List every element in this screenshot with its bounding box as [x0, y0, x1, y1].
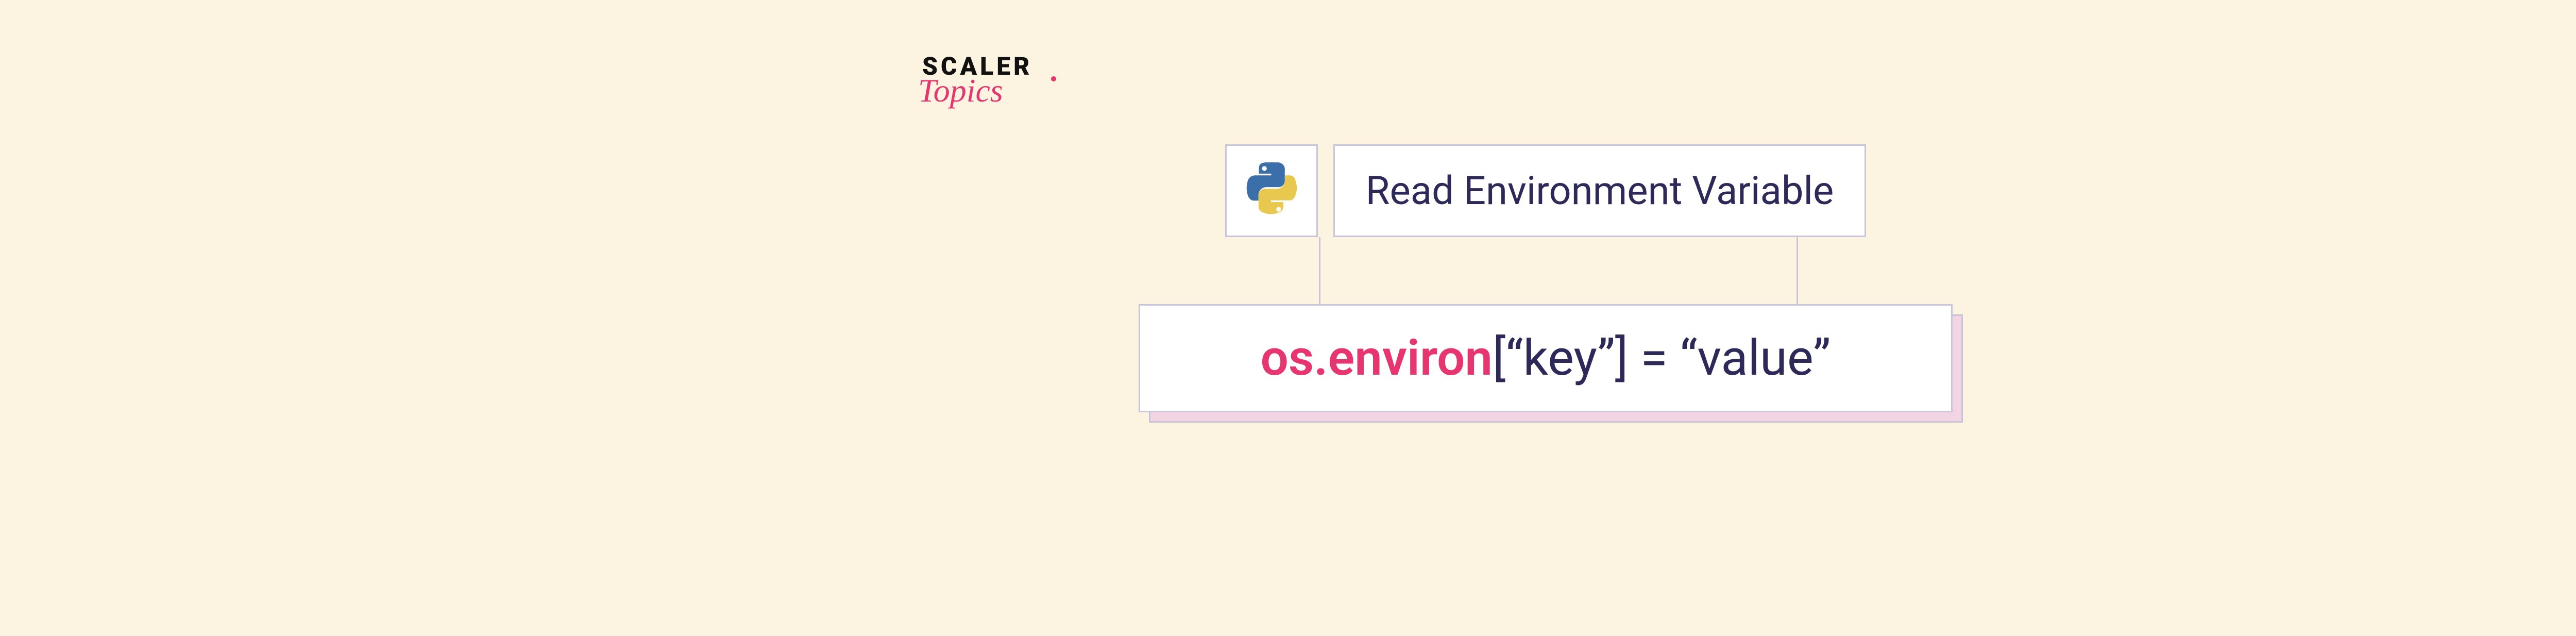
- title-box: Read Environment Variable: [1333, 144, 1867, 237]
- code-highlighted: os.environ: [1261, 329, 1493, 387]
- code-rest: [“key”] = “value”: [1493, 329, 1831, 387]
- title-text: Read Environment Variable: [1366, 168, 1834, 214]
- connector-left: [1319, 237, 1320, 304]
- diagram-canvas: SCALER Topics Read Environment Variable: [721, 0, 2370, 636]
- code-container: os.environ[“key”] = “value”: [1139, 304, 1953, 412]
- code-box: os.environ[“key”] = “value”: [1139, 304, 1953, 412]
- connectors: [1113, 237, 1978, 304]
- python-icon-box: [1225, 144, 1318, 237]
- python-icon: [1243, 162, 1300, 219]
- top-row: Read Environment Variable: [1113, 144, 1978, 237]
- logo-dot: [1051, 76, 1056, 81]
- connector-right: [1797, 237, 1798, 304]
- logo-text-topics: Topics: [918, 72, 1003, 110]
- scaler-topics-logo: SCALER Topics: [922, 52, 1032, 110]
- environment-variable-diagram: Read Environment Variable os.environ[“ke…: [1113, 144, 1978, 412]
